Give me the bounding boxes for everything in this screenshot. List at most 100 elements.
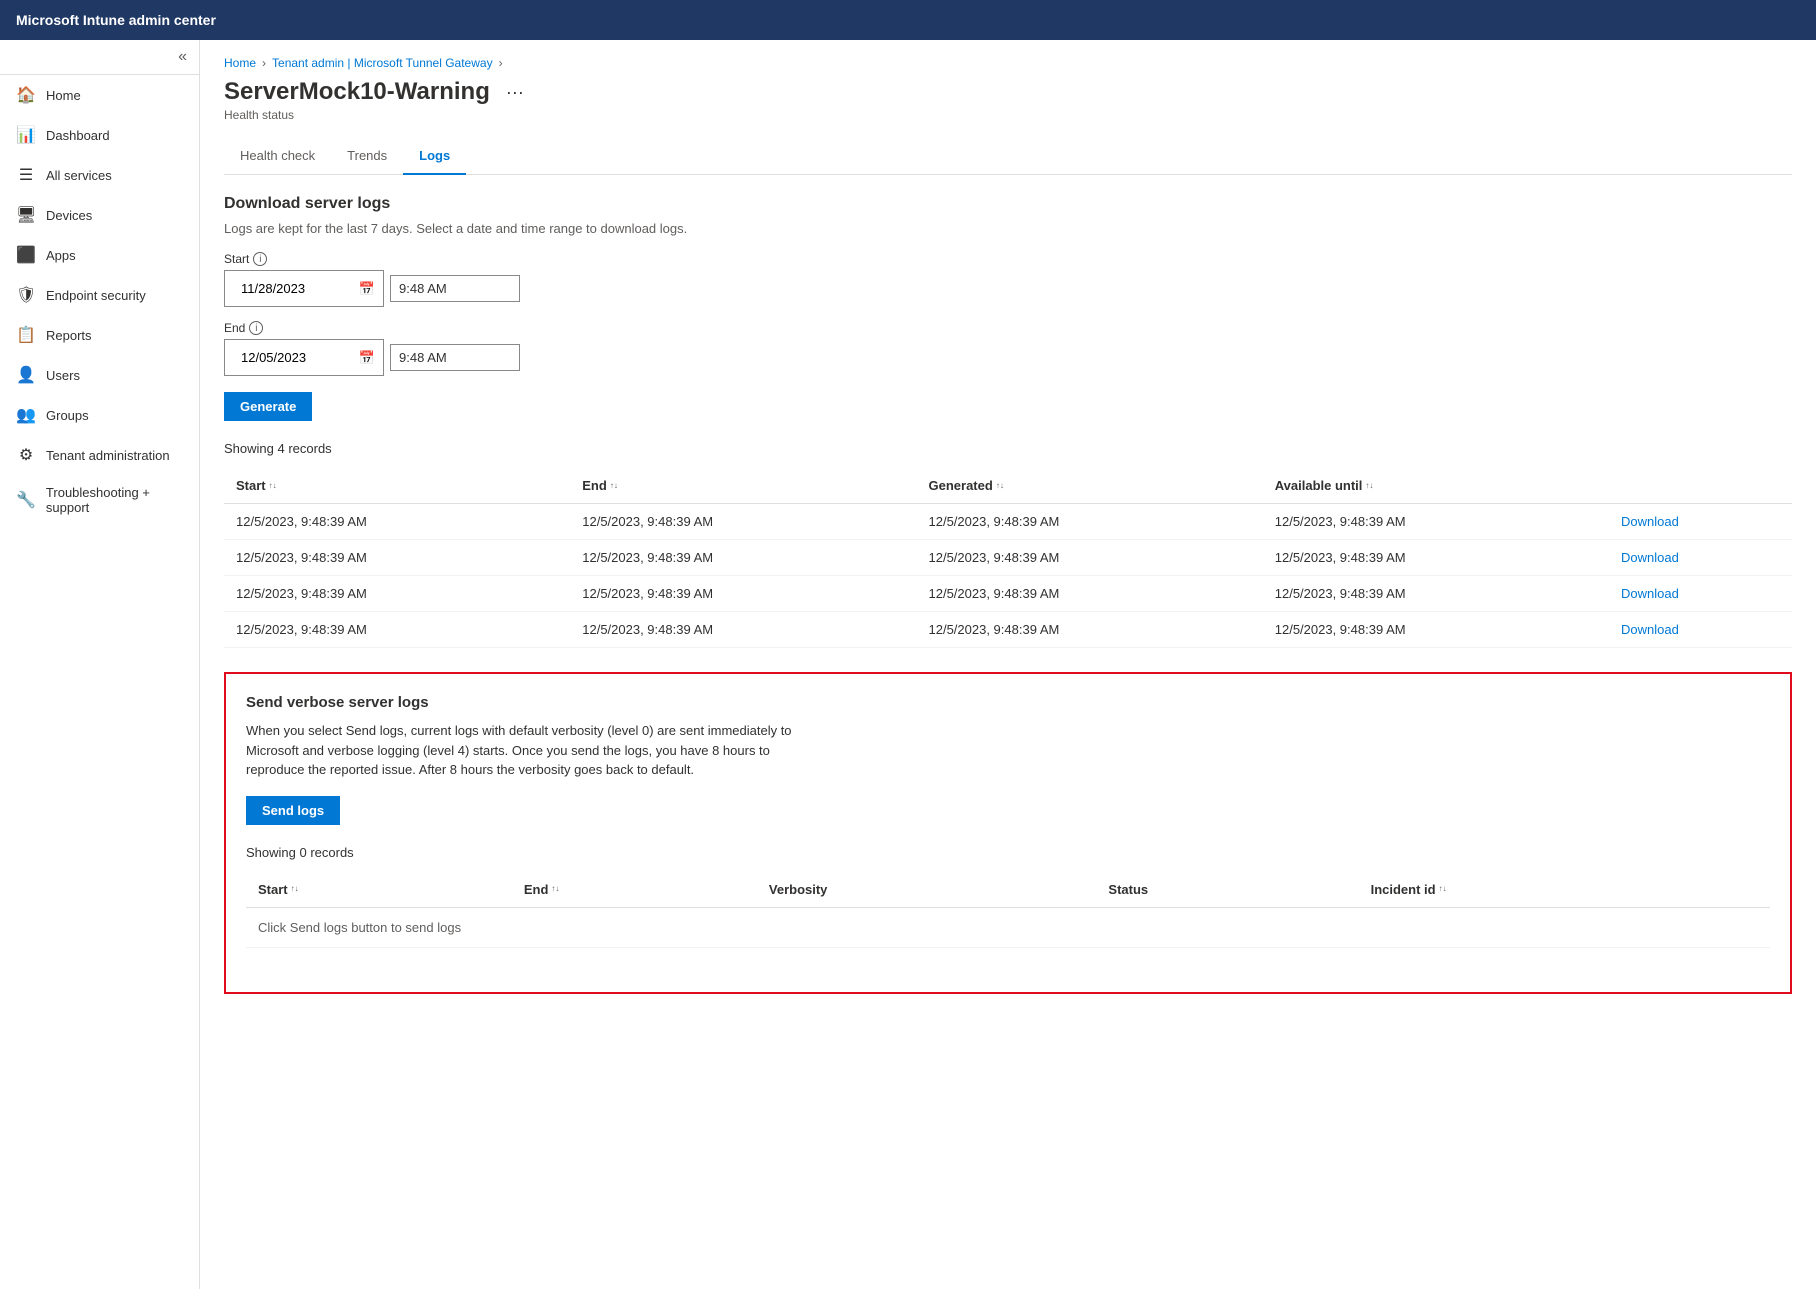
table-row: 12/5/2023, 9:48:39 AM 12/5/2023, 9:48:39… <box>224 504 1792 540</box>
start-date-container: 📅 <box>224 270 384 307</box>
ellipsis-button[interactable]: ··· <box>500 80 530 105</box>
sidebar-item-groups[interactable]: 👥 Groups <box>0 395 199 435</box>
row-download[interactable]: Download <box>1609 612 1792 648</box>
devices-icon: 🖥 <box>16 205 36 225</box>
sidebar-item-tenant-administration[interactable]: ⚙ Tenant administration <box>0 435 199 475</box>
sidebar-collapse-button[interactable]: « <box>0 40 199 75</box>
dashboard-icon: 📊 <box>16 125 36 145</box>
verbose-table-header-row: Start ↑↓ End ↑↓ Verbosity Status <box>246 872 1770 908</box>
groups-icon: 👥 <box>16 405 36 425</box>
sidebar-item-all-services[interactable]: ☰ All services <box>0 155 199 195</box>
row-available-until: 12/5/2023, 9:48:39 AM <box>1263 612 1609 648</box>
generated-sort-icon[interactable]: ↑↓ <box>996 482 1004 490</box>
tabs: Health check Trends Logs <box>224 138 1792 175</box>
download-records-info: Showing 4 records <box>224 441 1792 456</box>
tab-logs[interactable]: Logs <box>403 138 466 175</box>
end-info-icon[interactable]: i <box>249 321 263 335</box>
sidebar-item-all-services-label: All services <box>46 168 112 183</box>
download-link[interactable]: Download <box>1621 514 1679 529</box>
end-time-input[interactable] <box>390 344 520 371</box>
verbose-col-verbosity: Verbosity <box>757 872 1097 908</box>
download-logs-table: Start ↑↓ End ↑↓ Generate <box>224 468 1792 648</box>
table-row: 12/5/2023, 9:48:39 AM 12/5/2023, 9:48:39… <box>224 540 1792 576</box>
row-end: 12/5/2023, 9:48:39 AM <box>570 612 916 648</box>
breadcrumb-separator-1: › <box>262 56 266 70</box>
end-label: End i <box>224 321 1792 335</box>
col-action <box>1609 468 1792 504</box>
download-logs-title: Download server logs <box>224 195 1792 213</box>
row-end: 12/5/2023, 9:48:39 AM <box>570 576 916 612</box>
tenant-admin-icon: ⚙ <box>16 445 36 465</box>
end-date-input[interactable] <box>233 345 353 370</box>
sidebar-item-dashboard[interactable]: 📊 Dashboard <box>0 115 199 155</box>
page-title: ServerMock10-Warning <box>224 78 490 106</box>
row-generated: 12/5/2023, 9:48:39 AM <box>917 504 1263 540</box>
verbose-col-end[interactable]: End ↑↓ <box>512 872 757 908</box>
verbose-empty-message: Click Send logs button to send logs <box>246 907 1770 947</box>
sidebar-item-apps[interactable]: ⬛ Apps <box>0 235 199 275</box>
row-start: 12/5/2023, 9:48:39 AM <box>224 576 570 612</box>
start-label: Start i <box>224 252 1792 266</box>
row-available-until: 12/5/2023, 9:48:39 AM <box>1263 504 1609 540</box>
sidebar-item-troubleshooting[interactable]: 🔧 Troubleshooting + support <box>0 475 199 525</box>
sidebar-item-endpoint-security-label: Endpoint security <box>46 288 146 303</box>
download-logs-section: Download server logs Logs are kept for t… <box>224 195 1792 648</box>
breadcrumb-tenant-admin[interactable]: Tenant admin | Microsoft Tunnel Gateway <box>272 56 493 70</box>
verbose-empty-row: Click Send logs button to send logs <box>246 907 1770 947</box>
sidebar: « 🏠 Home 📊 Dashboard ☰ All services 🖥 De… <box>0 40 200 1289</box>
row-generated: 12/5/2023, 9:48:39 AM <box>917 540 1263 576</box>
end-calendar-icon[interactable]: 📅 <box>359 350 375 366</box>
col-generated[interactable]: Generated ↑↓ <box>917 468 1263 504</box>
incident-id-sort-icon[interactable]: ↑↓ <box>1439 885 1447 893</box>
endpoint-security-icon: 🛡 <box>16 285 36 305</box>
row-download[interactable]: Download <box>1609 504 1792 540</box>
verbose-col-start[interactable]: Start ↑↓ <box>246 872 512 908</box>
row-generated: 12/5/2023, 9:48:39 AM <box>917 612 1263 648</box>
row-start: 12/5/2023, 9:48:39 AM <box>224 504 570 540</box>
verbose-col-status: Status <box>1096 872 1358 908</box>
sidebar-item-reports-label: Reports <box>46 328 92 343</box>
row-generated: 12/5/2023, 9:48:39 AM <box>917 576 1263 612</box>
verbose-start-sort-icon[interactable]: ↑↓ <box>291 885 299 893</box>
send-logs-button[interactable]: Send logs <box>246 796 340 825</box>
generate-button-row: Generate <box>224 392 1792 421</box>
end-sort-icon[interactable]: ↑↓ <box>610 482 618 490</box>
sidebar-item-home[interactable]: 🏠 Home <box>0 75 199 115</box>
col-available-until[interactable]: Available until ↑↓ <box>1263 468 1609 504</box>
download-link[interactable]: Download <box>1621 622 1679 637</box>
users-icon: 👤 <box>16 365 36 385</box>
start-info-icon[interactable]: i <box>253 252 267 266</box>
sidebar-item-home-label: Home <box>46 88 81 103</box>
download-logs-desc: Logs are kept for the last 7 days. Selec… <box>224 221 1792 236</box>
col-end[interactable]: End ↑↓ <box>570 468 916 504</box>
verbose-end-sort-icon[interactable]: ↑↓ <box>551 885 559 893</box>
end-date-row: End i 📅 <box>224 321 1792 376</box>
breadcrumb-home[interactable]: Home <box>224 56 256 70</box>
sidebar-item-endpoint-security[interactable]: 🛡 Endpoint security <box>0 275 199 315</box>
download-table-header-row: Start ↑↓ End ↑↓ Generate <box>224 468 1792 504</box>
sidebar-item-tenant-admin-label: Tenant administration <box>46 448 170 463</box>
end-date-container: 📅 <box>224 339 384 376</box>
start-sort-icon[interactable]: ↑↓ <box>269 482 277 490</box>
sidebar-item-apps-label: Apps <box>46 248 76 263</box>
sidebar-item-users[interactable]: 👤 Users <box>0 355 199 395</box>
tab-trends[interactable]: Trends <box>331 138 403 175</box>
verbose-col-incident-id[interactable]: Incident id ↑↓ <box>1359 872 1770 908</box>
verbose-logs-section: Send verbose server logs When you select… <box>224 672 1792 994</box>
start-time-input[interactable] <box>390 275 520 302</box>
sidebar-item-devices[interactable]: 🖥 Devices <box>0 195 199 235</box>
col-start[interactable]: Start ↑↓ <box>224 468 570 504</box>
generate-button[interactable]: Generate <box>224 392 312 421</box>
row-download[interactable]: Download <box>1609 540 1792 576</box>
available-until-sort-icon[interactable]: ↑↓ <box>1365 482 1373 490</box>
sidebar-item-reports[interactable]: 📋 Reports <box>0 315 199 355</box>
start-date-input[interactable] <box>233 276 353 301</box>
download-link[interactable]: Download <box>1621 550 1679 565</box>
start-calendar-icon[interactable]: 📅 <box>359 281 375 297</box>
page-subtitle: Health status <box>224 108 1792 122</box>
breadcrumb-separator-2: › <box>499 56 503 70</box>
row-download[interactable]: Download <box>1609 576 1792 612</box>
tab-health-check[interactable]: Health check <box>224 138 331 175</box>
collapse-icon[interactable]: « <box>178 48 187 66</box>
download-link[interactable]: Download <box>1621 586 1679 601</box>
